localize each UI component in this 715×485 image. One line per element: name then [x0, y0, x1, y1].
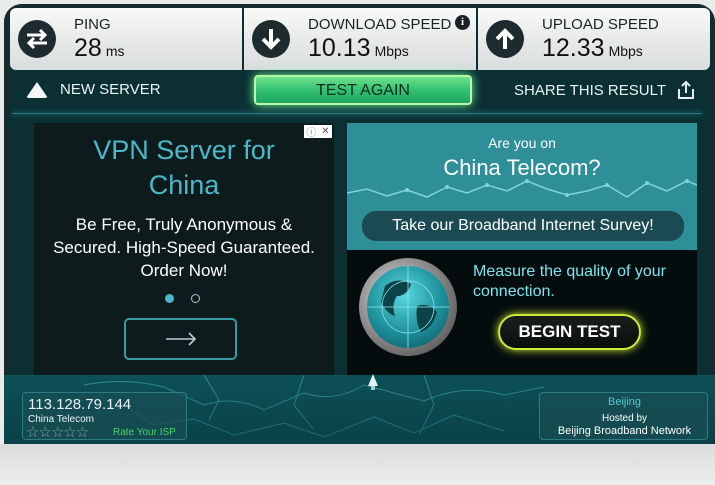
vpn-ad-body: Be Free, Truly Anonymous & Secured. High… [53, 215, 315, 280]
ping-stat: PING 28 ms [10, 8, 244, 70]
share-result-button[interactable]: SHARE THIS RESULT [514, 80, 696, 100]
upload-stat: UPLOAD SPEED 12.33 Mbps [478, 8, 710, 70]
rate-isp-link[interactable]: Rate Your ISP [113, 427, 176, 438]
server-triangle-icon [26, 81, 48, 98]
survey-ad-bottom: Measure the quality of your connection. … [347, 250, 697, 375]
slide-dot-inactive[interactable] [191, 294, 200, 303]
action-bar: NEW SERVER TEST AGAIN SHARE THIS RESULT [12, 70, 712, 114]
survey-button[interactable]: Take our Broadband Internet Survey! [362, 211, 684, 241]
ip-address: 113.128.79.144 [28, 396, 132, 413]
measure-text: Measure the quality of your connection. [473, 263, 666, 300]
vpn-ad-arrow-button[interactable] [124, 318, 237, 360]
bottom-bar [0, 444, 715, 485]
stats-header: PING 28 ms DOWNLOAD SPEED i 10.13 Mbps UPL… [10, 8, 710, 70]
vpn-ad[interactable]: ⓘ ✕ VPN Server for China Be Free, Truly A… [34, 123, 334, 375]
rating-stars[interactable]: ☆☆☆☆☆ [26, 423, 89, 441]
server-city: Beijing [607, 396, 642, 408]
location-pin-icon [368, 374, 378, 390]
client-info: 113.128.79.144 China Telecom ☆☆☆☆☆ Rate … [22, 392, 187, 441]
download-value: 10.13 Mbps [308, 34, 409, 63]
download-unit: Mbps [374, 43, 409, 59]
ping-unit: ms [105, 43, 125, 59]
upload-number: 12.33 [542, 34, 605, 62]
server-network: Beijing Broadband Network [557, 425, 692, 437]
slide-dot-active[interactable] [165, 294, 174, 303]
new-server-button[interactable]: NEW SERVER [26, 81, 161, 98]
begin-test-button[interactable]: BEGIN TEST [498, 314, 641, 350]
server-info: Beijing Hosted by Beijing Broadband Netw… [539, 392, 708, 440]
download-label: DOWNLOAD SPEED [308, 16, 452, 33]
ping-value: 28 ms [74, 34, 124, 63]
ping-icon [18, 20, 56, 58]
upload-label: UPLOAD SPEED [542, 16, 659, 33]
arrow-right-icon [165, 332, 196, 346]
slide-dots [165, 294, 200, 303]
survey-ad[interactable]: Are you on China Telecom? Take our Broad… [347, 123, 697, 375]
upload-arrow-icon [486, 20, 524, 58]
upload-unit: Mbps [608, 43, 643, 59]
graph-decoration [347, 179, 697, 198]
survey-question-small: Are you on [488, 135, 556, 151]
survey-ad-top: Are you on China Telecom? Take our Broad… [347, 123, 697, 250]
ping-number: 28 [74, 34, 102, 62]
glow-divider [12, 113, 702, 114]
download-number: 10.13 [308, 34, 371, 62]
test-again-button[interactable]: TEST AGAIN [254, 75, 472, 105]
globe-icon [359, 258, 457, 356]
download-stat: DOWNLOAD SPEED i 10.13 Mbps [244, 8, 478, 70]
ping-label: PING [74, 16, 111, 33]
download-arrow-icon [252, 20, 290, 58]
info-icon[interactable]: i [455, 15, 470, 30]
new-server-label: NEW SERVER [60, 81, 161, 98]
speedtest-app: PING 28 ms DOWNLOAD SPEED i 10.13 Mbps UPL… [0, 0, 715, 485]
hosted-by-label: Hosted by [601, 413, 648, 424]
upload-value: 12.33 Mbps [542, 34, 643, 63]
share-icon [678, 80, 694, 99]
share-label: SHARE THIS RESULT [514, 81, 666, 99]
vpn-ad-headline: VPN Server for China [93, 135, 275, 200]
